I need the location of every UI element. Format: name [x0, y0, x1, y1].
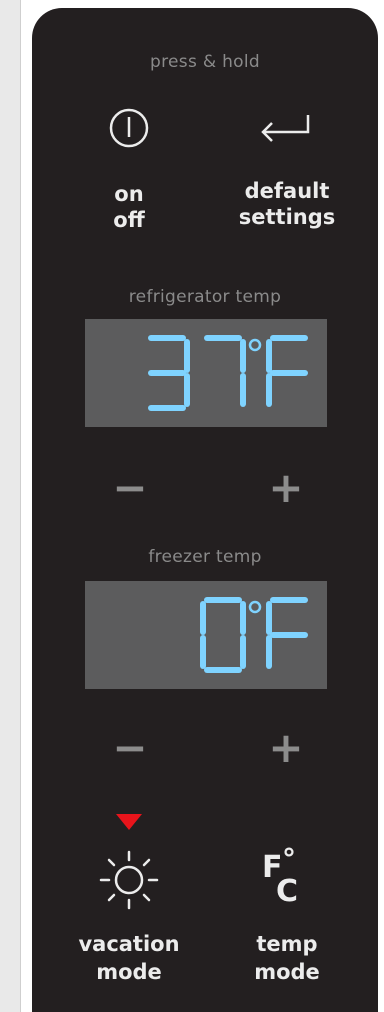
vacation-active-indicator: [116, 814, 142, 830]
sun-icon: [99, 850, 159, 910]
freezer-unit-f: [266, 597, 308, 669]
vacation-mode-button[interactable]: vacation mode: [66, 840, 192, 990]
control-panel: press & hold on off default settings ref…: [32, 8, 378, 1012]
freezer-degree-symbol: [248, 600, 262, 614]
freezer-temp-decrease-button[interactable]: −: [110, 727, 150, 769]
freezer-temp-display: [85, 581, 327, 689]
refrigerator-unit-f: [266, 335, 308, 407]
press-hold-hint: press & hold: [150, 52, 260, 72]
power-button[interactable]: on off: [84, 96, 174, 236]
refrigerator-temp-increase-button[interactable]: +: [266, 467, 306, 509]
freezer-temp-increase-button[interactable]: +: [266, 727, 306, 769]
fahrenheit-celsius-icon: F ° C: [262, 842, 299, 909]
power-label: on off: [113, 182, 145, 232]
temp-mode-button[interactable]: F ° C temp mode: [232, 840, 342, 990]
freezer-temp-label: freezer temp: [148, 547, 262, 567]
refrigerator-temp-display: [85, 319, 327, 427]
refrigerator-temp-label: refrigerator temp: [128, 287, 282, 307]
return-arrow-icon: [261, 115, 310, 142]
vacation-mode-label: vacation mode: [78, 932, 180, 984]
refrigerator-temp-decrease-button[interactable]: −: [110, 467, 150, 509]
temp-mode-label: temp mode: [254, 932, 320, 984]
refrigerator-digit-0: [148, 335, 190, 411]
freezer-digit-0: [200, 597, 246, 673]
refrigerator-digit-1: [204, 335, 246, 407]
default-settings-label: default settings: [238, 179, 336, 229]
power-icon: [109, 108, 149, 148]
refrigerator-degree-symbol: [248, 338, 262, 352]
default-settings-button[interactable]: default settings: [222, 96, 352, 236]
left-edge-strip: [0, 0, 21, 1012]
